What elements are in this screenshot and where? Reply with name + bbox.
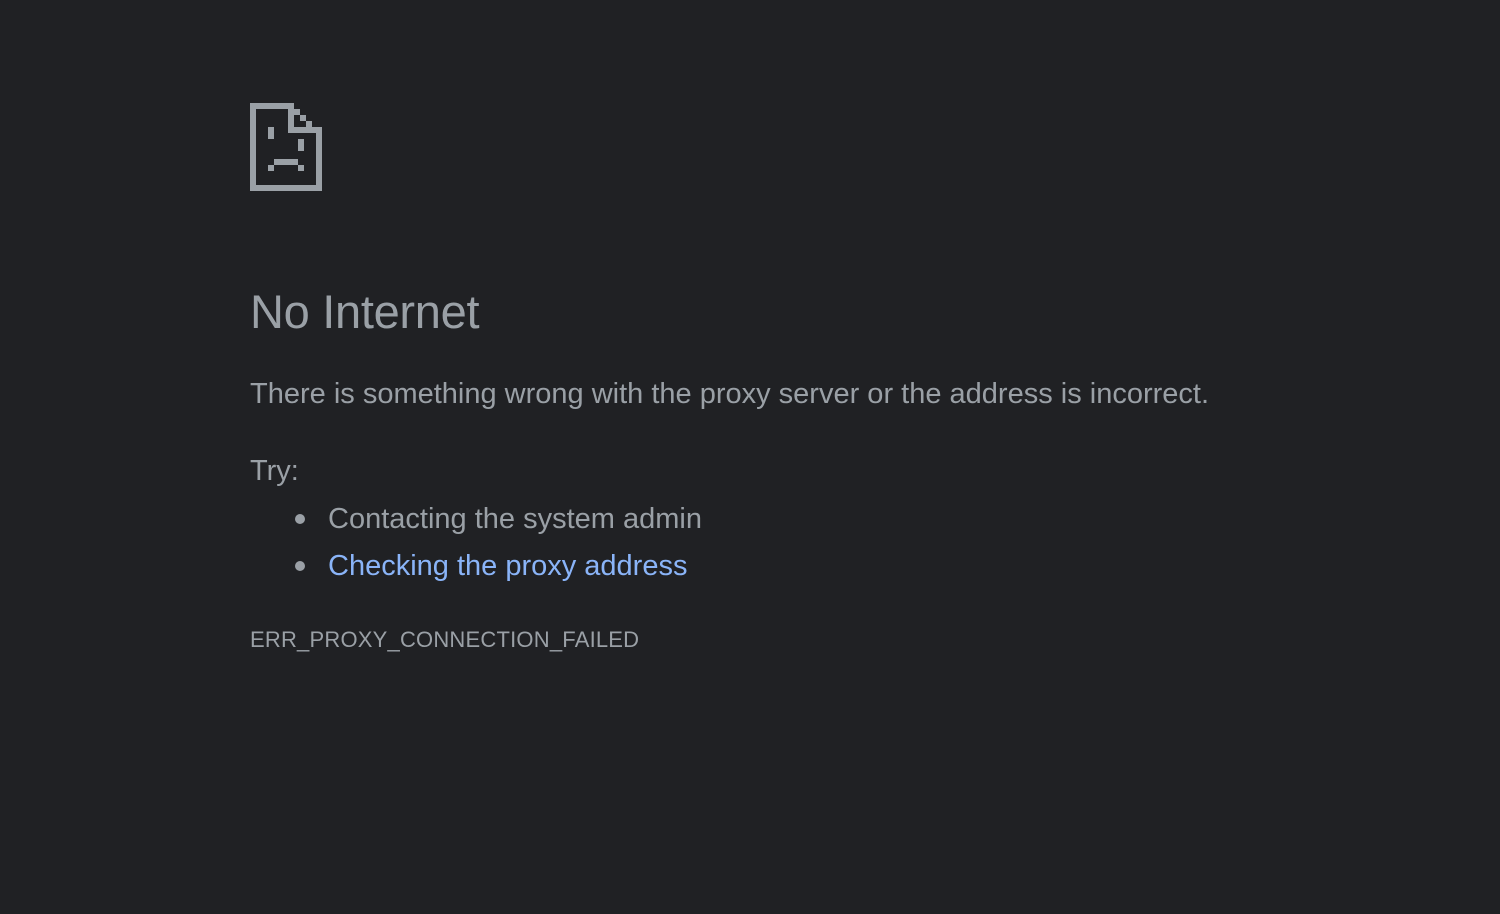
- suggestion-item-contact-admin: Contacting the system admin: [250, 500, 702, 547]
- bullet-icon: [295, 561, 305, 571]
- error-description: There is something wrong with the proxy …: [250, 378, 1210, 410]
- suggestion-contact-admin-text: Contacting the system admin: [328, 503, 702, 535]
- error-code: ERR_PROXY_CONNECTION_FAILED: [250, 627, 640, 652]
- sad-document-icon: [250, 103, 322, 191]
- try-label: Try:: [250, 455, 299, 487]
- bullet-icon: [295, 514, 305, 524]
- suggestions-list: Contacting the system admin Checking the…: [250, 500, 702, 594]
- check-proxy-address-link[interactable]: Checking the proxy address: [328, 550, 687, 582]
- error-title: No Internet: [250, 285, 480, 338]
- suggestion-item-check-proxy: Checking the proxy address: [250, 547, 702, 594]
